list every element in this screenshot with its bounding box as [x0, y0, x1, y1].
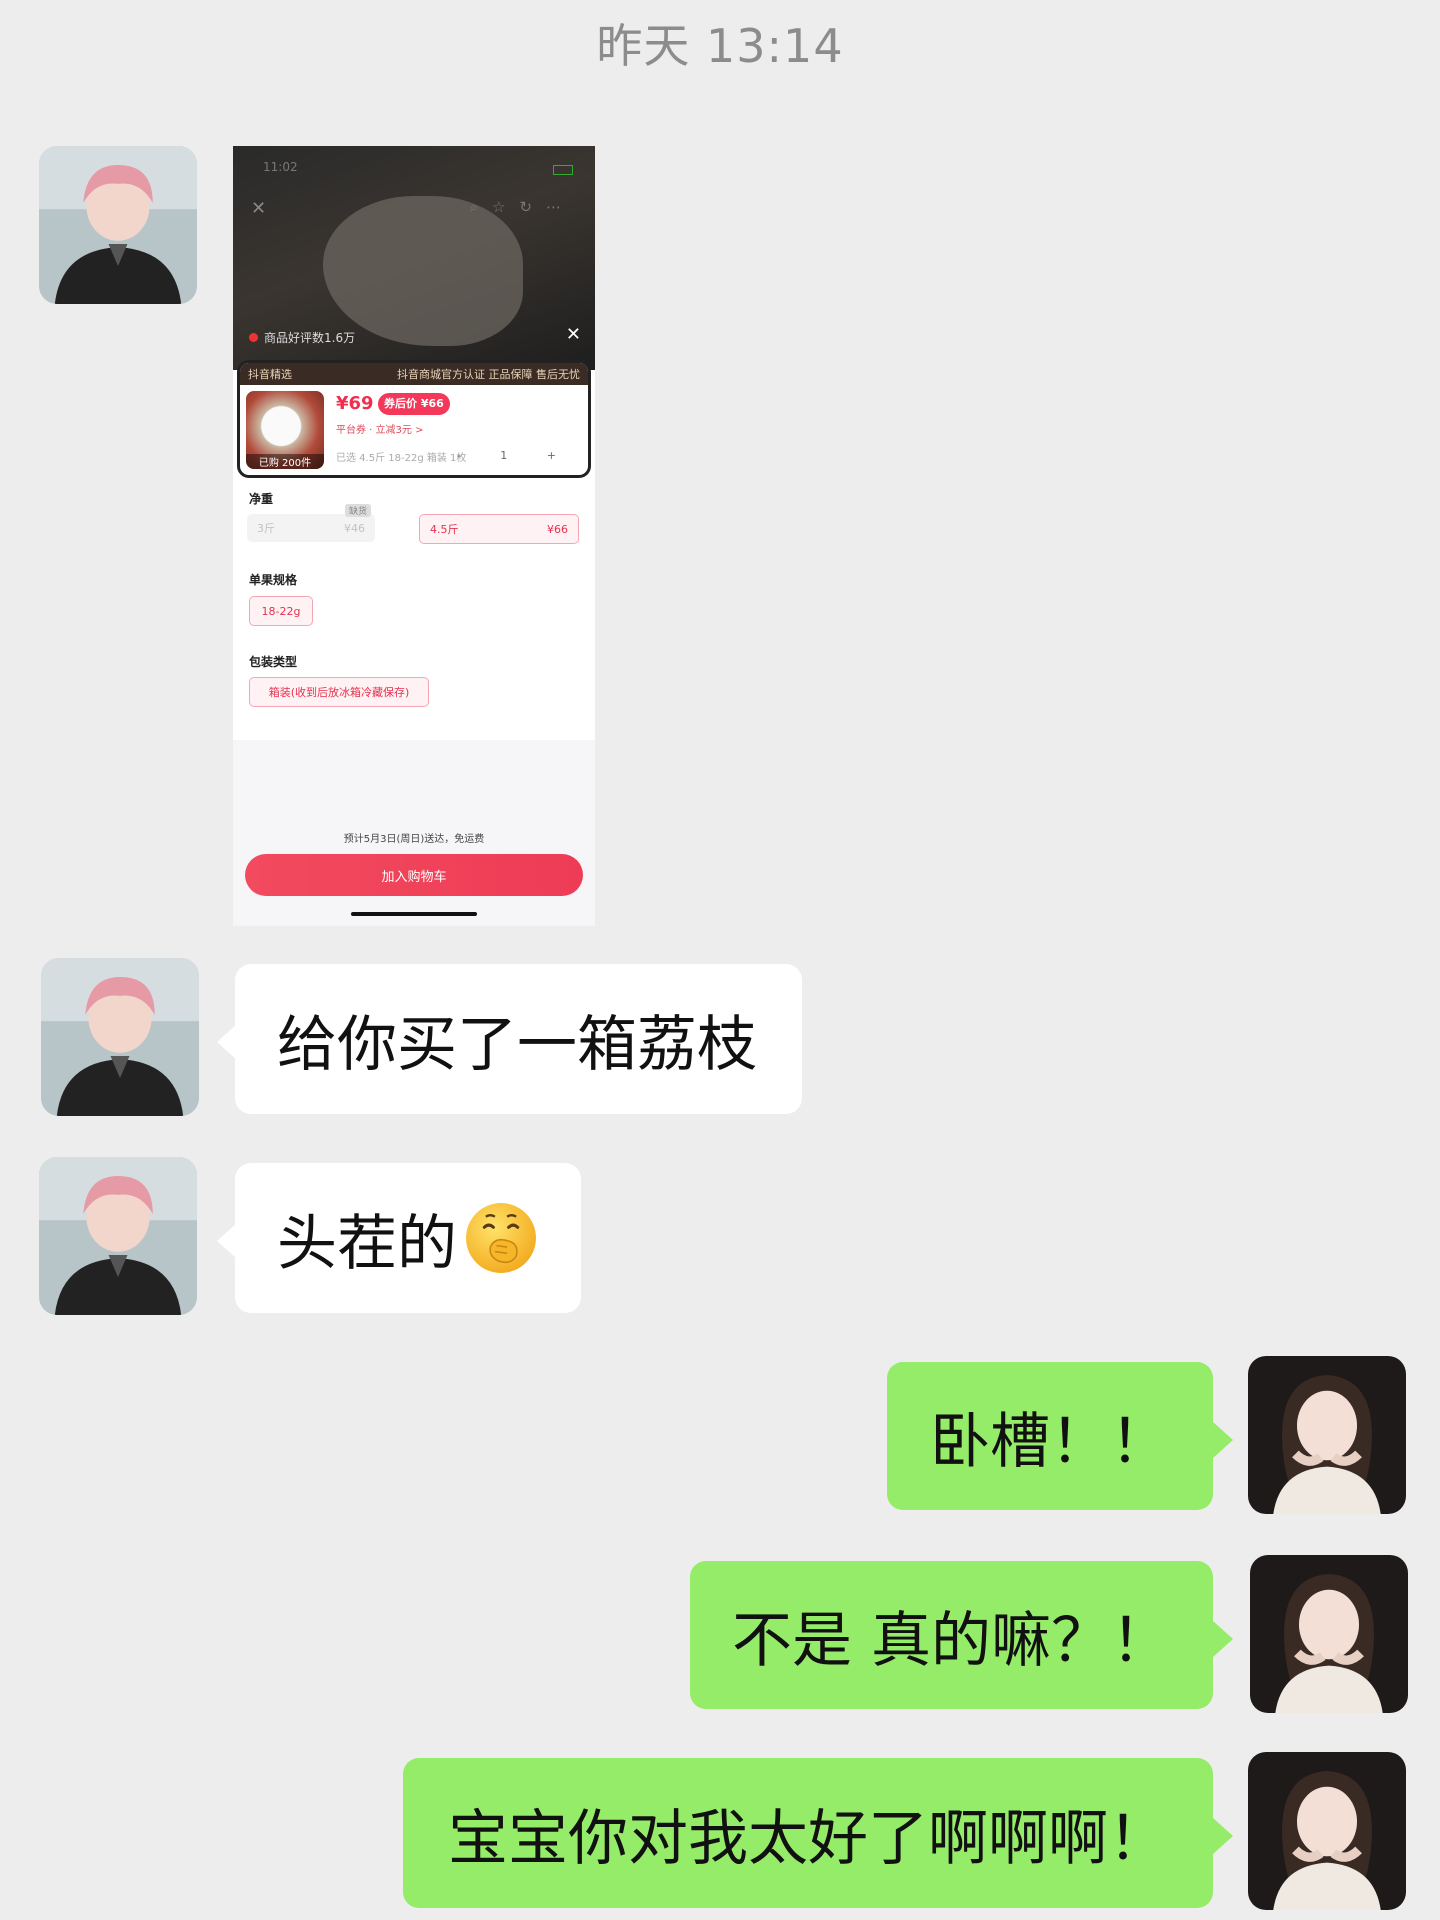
- close-sheet-icon[interactable]: ✕: [566, 324, 581, 345]
- out-of-stock-tag: 缺货: [344, 504, 371, 517]
- coupon-link[interactable]: 平台券 · 立减3元 >: [336, 421, 423, 436]
- option-size[interactable]: 18-22g: [249, 596, 313, 626]
- single-size-label: 单果规格: [249, 573, 298, 587]
- pack-type-label: 包装类型: [249, 655, 298, 669]
- face-with-hand-over-mouth-icon: [466, 1203, 536, 1273]
- selected-spec: 已选 4.5斤 18-22g 箱装 1枚: [336, 453, 467, 464]
- toolbar-icons[interactable]: ⌕☆↻⋯: [470, 198, 575, 216]
- delivery-info: 预计5月3日(周日)送达，免运费: [343, 834, 485, 845]
- product-card: 抖音精选 抖音商城官方认证 正品保障 售后无忧 已购 200件 ¥69 券后价 …: [237, 360, 591, 478]
- message-text: 头茬的: [277, 1208, 457, 1279]
- product-image-area: 11:02 ✕ ⌕☆↻⋯ 商品好评数1.6万 ✕: [233, 146, 595, 370]
- option-name: 3斤: [257, 522, 275, 535]
- message-text: 宝宝你对我太好了啊啊啊！: [448, 1803, 1168, 1874]
- add-to-cart-button[interactable]: 加入购物车: [245, 854, 583, 896]
- message-text: 卧槽！！: [930, 1406, 1170, 1477]
- sender-avatar[interactable]: [41, 958, 199, 1116]
- option-4-5jin[interactable]: 4.5斤 ¥66: [419, 514, 579, 544]
- message-text: 不是 真的嘛？！: [731, 1605, 1172, 1676]
- brand-label: 抖音精选: [248, 368, 292, 381]
- rating-badge: 商品好评数1.6万: [249, 329, 355, 346]
- timestamp: 昨天 13:14: [596, 19, 844, 73]
- after-coupon-price: 券后价 ¥66: [378, 393, 450, 415]
- sold-count: 已购 200件: [246, 454, 324, 469]
- message-bubble-sent[interactable]: 卧槽！！: [887, 1362, 1233, 1510]
- record-icon: [249, 333, 258, 342]
- message-bubble-received[interactable]: 给你买了一箱荔枝: [217, 964, 802, 1114]
- battery-icon: [553, 165, 573, 175]
- product-thumbnail: 已购 200件: [246, 391, 324, 469]
- status-time: 11:02: [263, 160, 298, 174]
- option-3jin[interactable]: 3斤 ¥46 缺货: [247, 504, 375, 542]
- assurance-text: 抖音商城官方认证 正品保障 售后无忧: [397, 368, 580, 381]
- my-avatar[interactable]: [1248, 1356, 1406, 1514]
- option-name: 4.5斤: [430, 523, 459, 536]
- message-bubble-sent[interactable]: 不是 真的嘛？！: [690, 1561, 1233, 1709]
- sender-avatar[interactable]: [39, 146, 197, 304]
- message-bubble-received[interactable]: 头茬的: [217, 1163, 581, 1313]
- net-weight-label: 净重: [249, 492, 274, 506]
- my-avatar[interactable]: [1250, 1555, 1408, 1713]
- sender-avatar[interactable]: [39, 1157, 197, 1315]
- product-photo: [323, 196, 523, 346]
- option-price: ¥46: [344, 521, 365, 535]
- shared-product-screenshot[interactable]: 11:02 ✕ ⌕☆↻⋯ 商品好评数1.6万 ✕ 抖音精选 抖音商城官方认证 正…: [233, 146, 595, 926]
- message-bubble-sent[interactable]: 宝宝你对我太好了啊啊啊！: [403, 1758, 1233, 1908]
- option-price: ¥66: [547, 522, 568, 536]
- option-pack[interactable]: 箱装(收到后放冰箱冷藏保存): [249, 677, 429, 707]
- close-icon[interactable]: ✕: [251, 198, 266, 219]
- quantity-stepper[interactable]: - 1 +: [457, 449, 574, 462]
- my-avatar[interactable]: [1248, 1752, 1406, 1910]
- message-text: 给你买了一箱荔枝: [277, 1009, 757, 1080]
- card-header: 抖音精选 抖音商城官方认证 正品保障 售后无忧: [240, 363, 588, 385]
- price: ¥69: [336, 393, 374, 414]
- home-indicator: [351, 912, 477, 916]
- rating-text: 商品好评数1.6万: [264, 331, 356, 345]
